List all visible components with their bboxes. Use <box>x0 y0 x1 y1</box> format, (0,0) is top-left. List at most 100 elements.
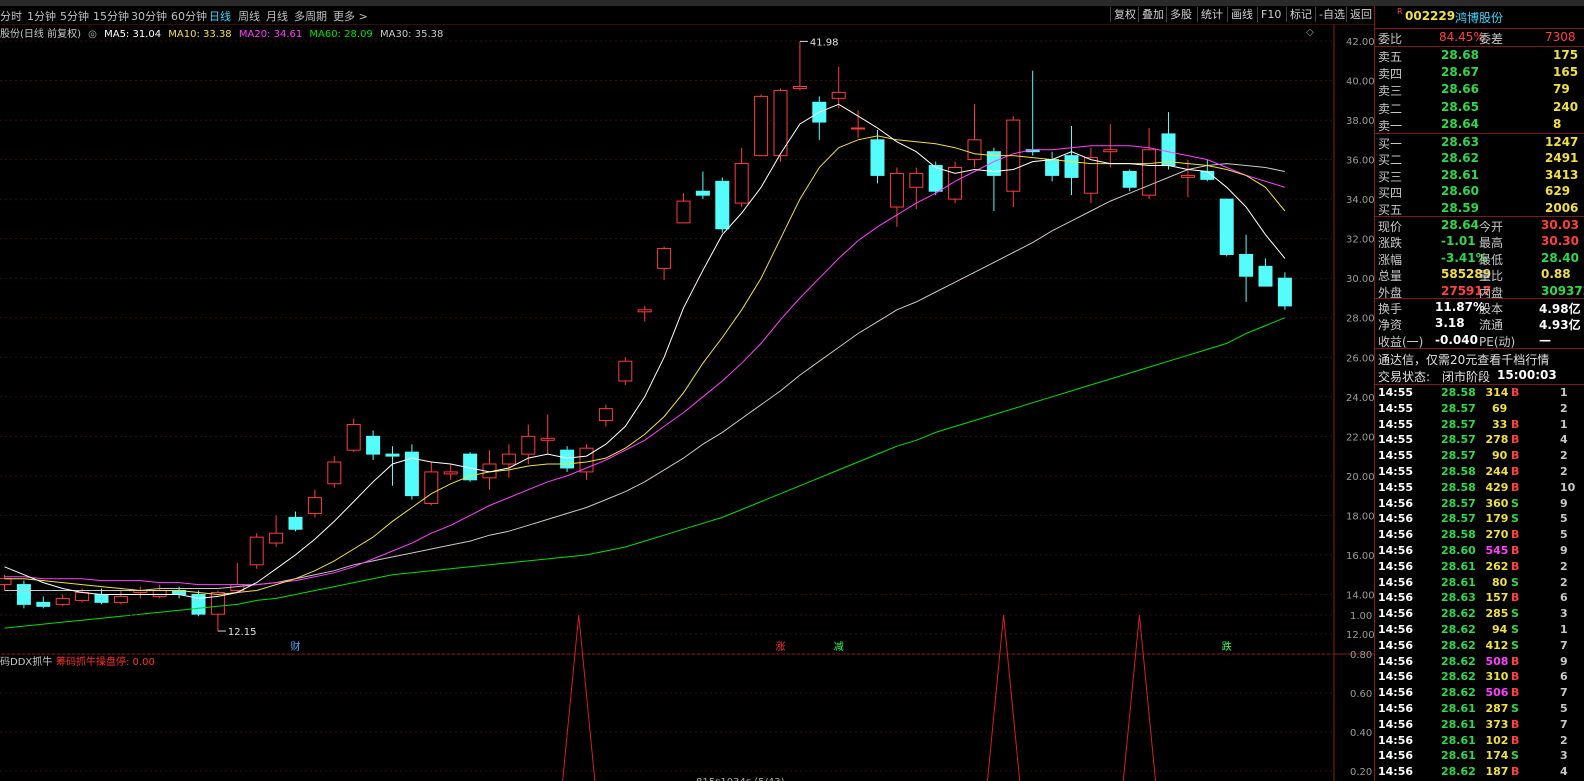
ask-volume: 165 <box>1553 65 1579 80</box>
period-8[interactable]: 月线 <box>266 8 288 24</box>
tick-price: 28.57 <box>1441 449 1476 463</box>
candle-body <box>424 471 439 505</box>
tick-time: 14:55 <box>1378 449 1414 463</box>
bid-volume: 3413 <box>1545 167 1579 182</box>
tool-button-8[interactable]: 返回 <box>1346 7 1375 22</box>
ask-price: 28.67 <box>1441 65 1479 80</box>
period-9[interactable]: 多周期 <box>294 8 327 24</box>
tick-side: S <box>1511 512 1519 526</box>
tool-button-3[interactable]: 统计 <box>1197 7 1226 22</box>
tick-count: 5 <box>1560 512 1568 526</box>
bid-volume: 629 <box>1545 184 1571 199</box>
tool-button-2[interactable]: 多股 <box>1166 7 1195 22</box>
tick-volume: 545 <box>1485 544 1509 557</box>
period-2[interactable]: 5分钟 <box>60 8 89 24</box>
period-0[interactable]: 分时 <box>0 8 22 24</box>
stat2-row: 换手 11.87% 股本 4.98亿 <box>1375 299 1584 316</box>
event-mark-1[interactable]: 涨 <box>776 641 786 653</box>
event-mark-2[interactable]: 减 <box>834 641 844 653</box>
tick-volume: 244 <box>1485 465 1509 478</box>
candle-body <box>0 578 12 586</box>
bid-row: 买一 28.63 1247 <box>1375 134 1584 151</box>
candle-body <box>637 309 652 313</box>
kline-chart[interactable]: 12.00 14.00 16.00 18.00 20.00 22.00 24.00 26.00… <box>0 24 1374 781</box>
candle-body <box>598 408 613 422</box>
tick-price: 28.62 <box>1441 638 1476 652</box>
stat-value: 30.03 <box>1541 218 1579 232</box>
tick-price: 28.60 <box>1441 544 1476 557</box>
tick-count: 5 <box>1560 528 1568 542</box>
period-10[interactable]: 更多 > <box>333 8 368 24</box>
price-tick-label: 34.00 <box>1346 195 1374 206</box>
trade-status: 闭市阶段 <box>1442 370 1491 384</box>
tick-time: 14:56 <box>1378 528 1414 542</box>
tick-time: 14:56 <box>1378 591 1414 605</box>
price-tick-label: 26.00 <box>1346 353 1374 364</box>
tick-row: 14:55 28.57 90 B 2 <box>1375 448 1584 464</box>
candle-body <box>1045 159 1060 176</box>
tick-side: B <box>1511 386 1520 399</box>
tick-time: 14:56 <box>1378 749 1414 763</box>
event-mark-0[interactable]: 财 <box>291 640 301 653</box>
indicator-value: 筹码抓牛操盘停: 0.00 <box>56 655 155 668</box>
tick-price: 28.62 <box>1441 607 1476 621</box>
tick-volume: 412 <box>1485 638 1509 652</box>
tick-side: B <box>1511 544 1520 557</box>
stat-value: 28.40 <box>1541 250 1579 265</box>
tick-volume: 508 <box>1485 654 1509 668</box>
candle-body <box>1219 198 1234 255</box>
stat-row: 总量 585289 量比 0.88 <box>1375 266 1584 283</box>
candle-body <box>307 497 322 514</box>
tick-side: S <box>1511 496 1519 510</box>
tool-button-0[interactable]: 复权 <box>1110 7 1139 22</box>
indicator-name[interactable]: 码DDX抓牛 <box>0 655 52 668</box>
indicator-spike <box>1122 614 1157 781</box>
tick-price: 28.61 <box>1441 749 1476 763</box>
candle-body <box>346 423 361 451</box>
price-tick-label: 32.00 <box>1346 235 1374 246</box>
period-3[interactable]: 15分钟 <box>93 8 129 24</box>
candle-body <box>521 435 536 455</box>
separator <box>1375 348 1584 349</box>
period-4[interactable]: 30分钟 <box>131 8 167 24</box>
status-text: 815г1034г (5/43) <box>696 777 785 781</box>
ask-row: 卖一 28.64 8 <box>1375 116 1584 133</box>
tool-button-7[interactable]: -自选 <box>1315 7 1348 22</box>
tick-volume: 373 <box>1485 717 1509 731</box>
ask-price: 28.64 <box>1441 116 1479 131</box>
stat-row: 涨跌 -1.01 最高 30.30 <box>1375 233 1584 250</box>
tick-volume: 360 <box>1485 496 1509 510</box>
indicator-spike <box>986 614 1021 781</box>
period-7[interactable]: 周线 <box>238 8 260 24</box>
ask-volume: 79 <box>1553 82 1570 97</box>
tick-row: 14:55 28.58 314 B 1 <box>1375 385 1584 401</box>
tool-button-6[interactable]: 标记 <box>1286 7 1315 22</box>
tick-row: 14:56 28.61 262 B 2 <box>1375 559 1584 575</box>
tick-side: B <box>1511 433 1520 447</box>
ask-row: 卖五 28.68 175 <box>1375 47 1584 64</box>
tick-row: 14:56 28.62 94 S 1 <box>1375 622 1584 638</box>
period-1[interactable]: 1分钟 <box>27 8 56 24</box>
tick-volume: 310 <box>1485 670 1509 684</box>
event-mark-3[interactable]: 跌 <box>1222 640 1232 653</box>
period-6[interactable]: 日线 <box>209 8 231 24</box>
tool-button-1[interactable]: 叠加 <box>1138 7 1167 22</box>
tick-row: 14:56 28.62 508 B 9 <box>1375 654 1584 670</box>
tick-side: B <box>1511 686 1520 700</box>
indicator-tick-label: 0.80 <box>1350 650 1372 661</box>
stat2-value: -0.040 <box>1435 332 1478 347</box>
tick-time: 14:56 <box>1378 575 1414 589</box>
tick-count: 4 <box>1560 433 1568 447</box>
tool-button-4[interactable]: 画线 <box>1227 7 1256 22</box>
tick-price: 28.58 <box>1441 386 1476 399</box>
chart-diamond-icon[interactable]: ◇ <box>1306 27 1314 38</box>
candle-body <box>1064 155 1079 178</box>
bid-price: 28.63 <box>1441 135 1479 149</box>
candle-body <box>792 85 807 89</box>
tool-button-5[interactable]: F10 <box>1257 7 1284 22</box>
tick-price: 28.57 <box>1441 433 1476 447</box>
tick-time: 14:55 <box>1378 465 1414 478</box>
candle-body <box>695 190 710 196</box>
period-5[interactable]: 60分钟 <box>171 8 207 24</box>
stat2-value: — <box>1539 332 1551 347</box>
